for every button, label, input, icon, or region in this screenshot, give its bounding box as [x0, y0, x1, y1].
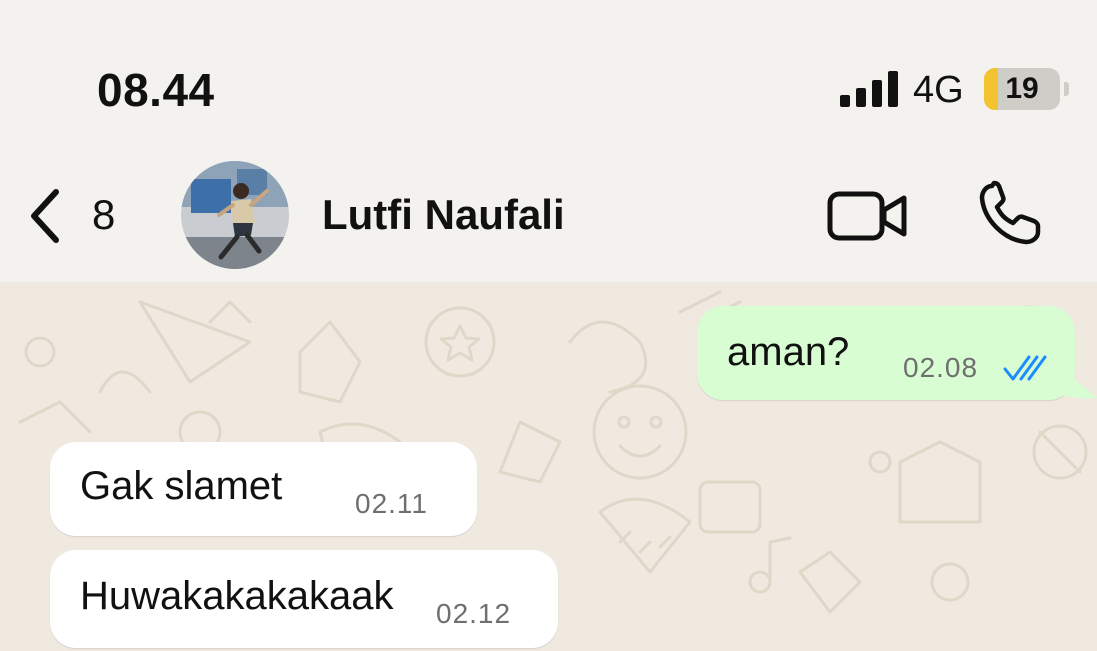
battery-icon: 19 [984, 68, 1070, 110]
message-time: 02.11 [355, 488, 428, 519]
message-text: Gak slamet [80, 464, 283, 508]
contact-name[interactable]: Lutfi Naufali [322, 190, 565, 240]
message-text: aman? [727, 330, 850, 374]
video-camera-icon [827, 191, 907, 241]
message-outgoing[interactable]: aman? 02.08 [697, 306, 1075, 400]
avatar[interactable] [181, 161, 289, 269]
message-time: 02.08 [903, 352, 979, 383]
top-bar: 08.44 4G 19 8 Lutfi Naufali [0, 0, 1097, 282]
chat-area[interactable]: aman? 02.08 Gak slamet 02.11 Huwakakakak… [0, 282, 1097, 651]
battery-body: 19 [984, 68, 1060, 110]
chat-header: 8 Lutfi Naufali [0, 150, 1097, 280]
message-incoming[interactable]: Gak slamet 02.11 [50, 442, 477, 536]
unread-count: 8 [92, 191, 116, 238]
status-bar: 08.44 4G 19 [0, 0, 1097, 130]
message-incoming[interactable]: Huwakakakakaak 02.12 [50, 550, 558, 648]
back-chevron-icon [31, 189, 59, 243]
double-check-icon [1003, 355, 1047, 381]
status-time: 08.44 [97, 64, 215, 116]
message-text: Huwakakakakaak [80, 574, 394, 618]
voice-call-button[interactable] [974, 178, 1046, 250]
bubble-tail [1058, 366, 1097, 399]
battery-level: 19 [1005, 72, 1039, 105]
message-time: 02.12 [436, 598, 512, 629]
video-call-button[interactable] [826, 186, 910, 246]
avatar-photo [181, 161, 289, 269]
battery-tip [1064, 82, 1069, 96]
signal-bars-icon [840, 71, 898, 107]
network-type: 4G [913, 69, 964, 111]
back-button[interactable]: 8 [22, 180, 142, 252]
phone-icon [979, 180, 1041, 245]
